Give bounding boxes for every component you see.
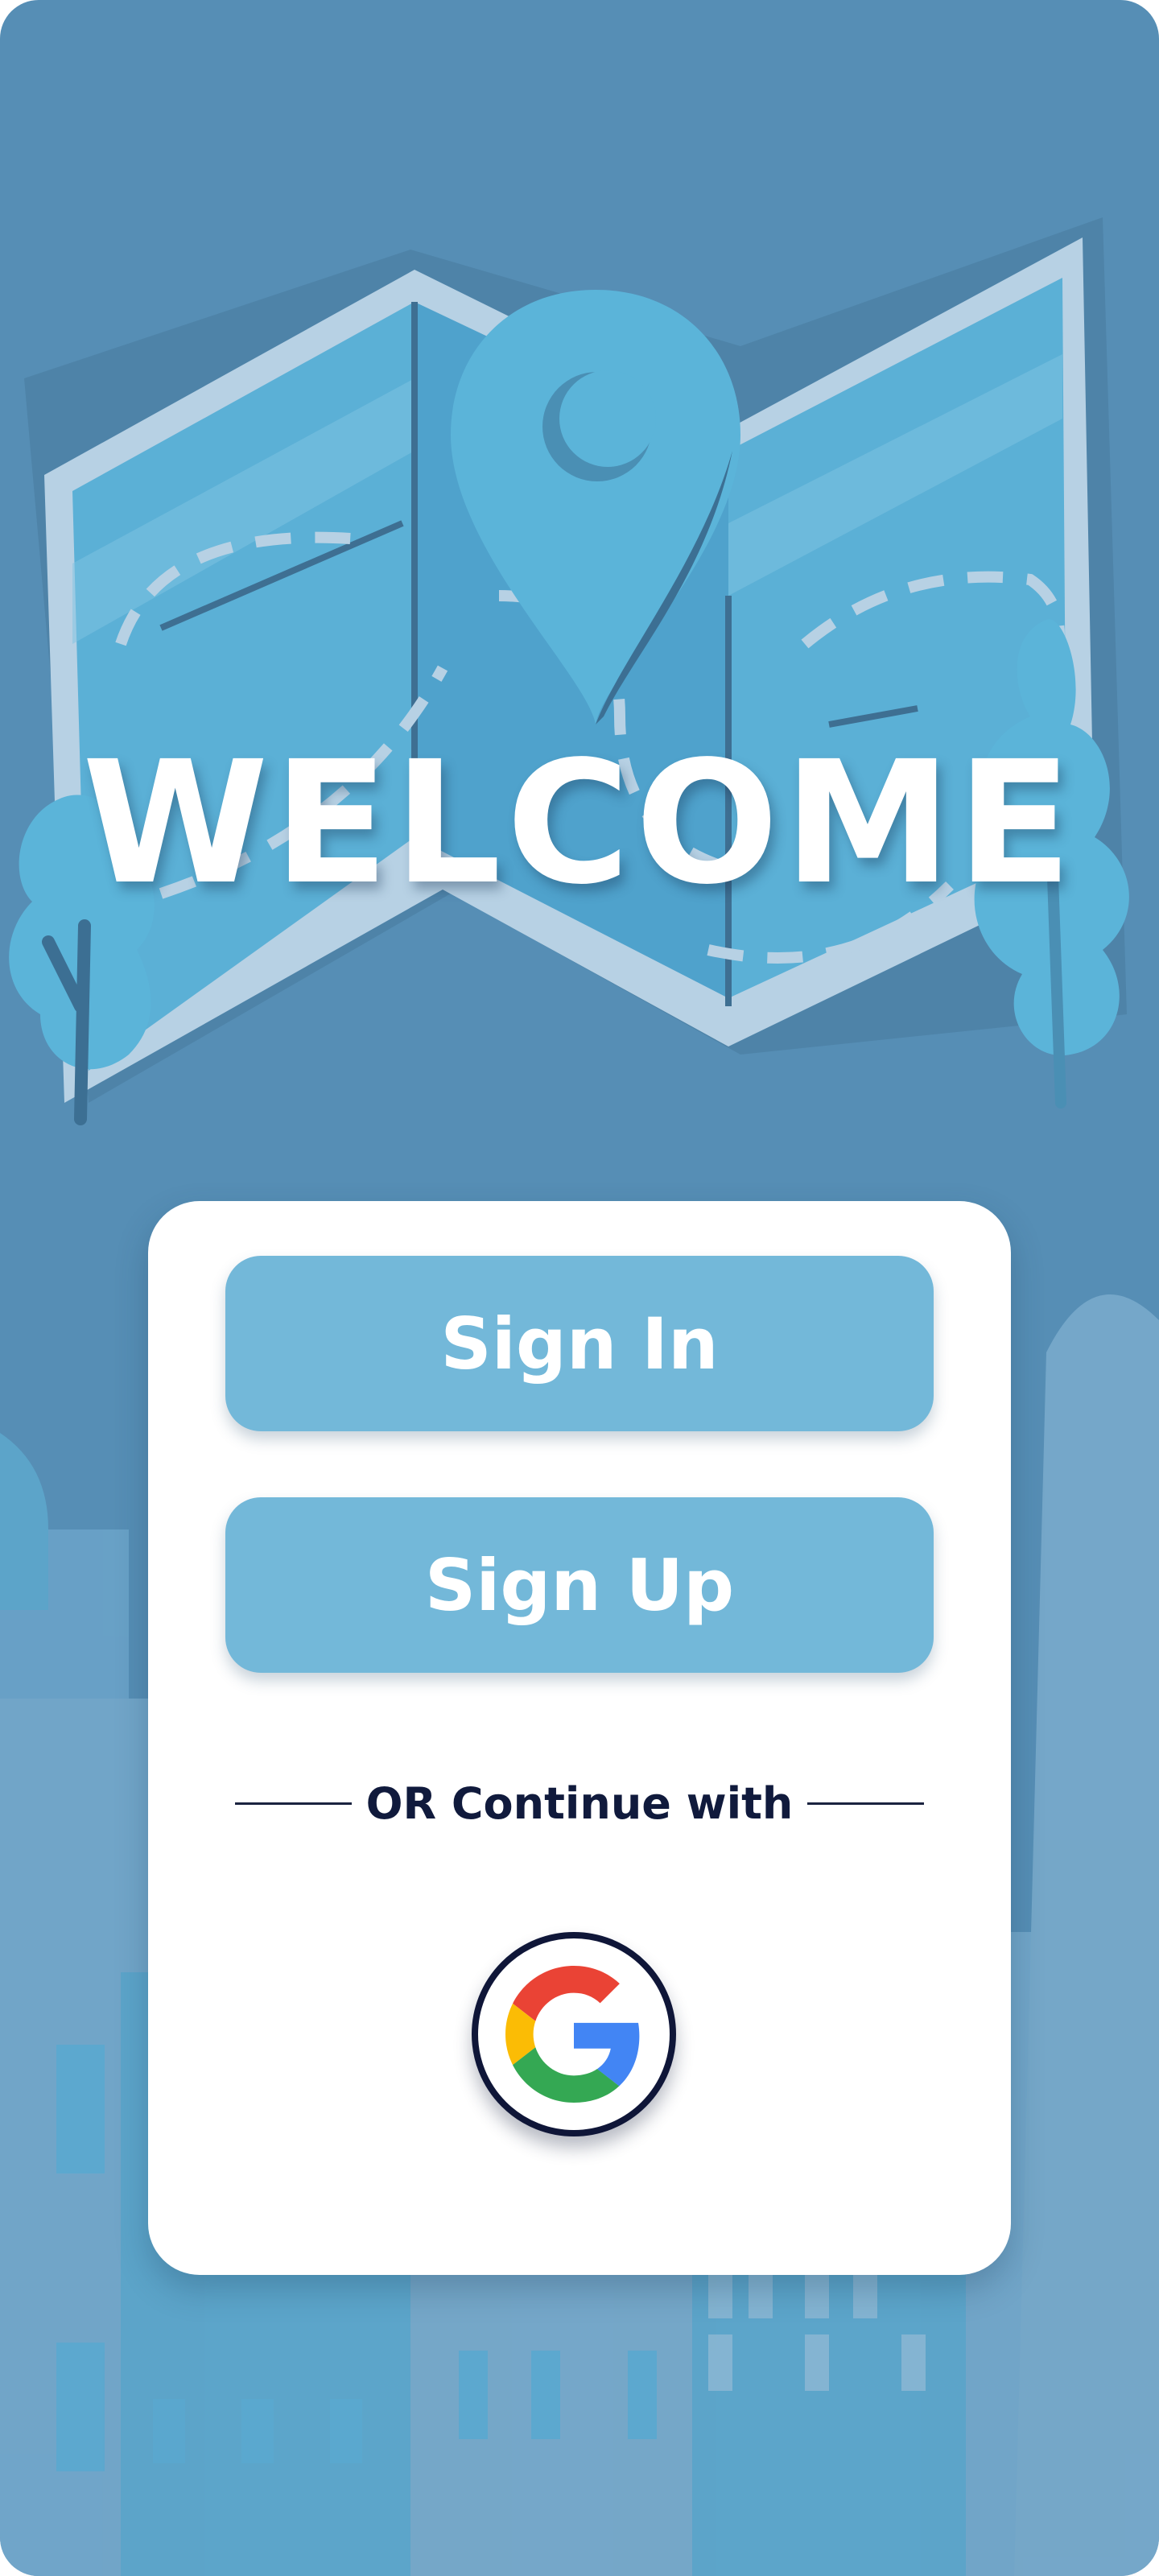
divider-line-right [807, 1802, 924, 1805]
google-signin-button[interactable] [472, 1932, 676, 2136]
welcome-title: WELCOME [82, 724, 1077, 922]
welcome-screen: WELCOME Sign In Sign Up OR Continue with [0, 0, 1159, 2576]
divider-line-left [235, 1802, 352, 1805]
divider-label: OR Continue with [365, 1777, 794, 1829]
auth-card: Sign In Sign Up OR Continue with [148, 1201, 1011, 2275]
sign-up-button[interactable]: Sign Up [225, 1497, 934, 1673]
sign-in-button[interactable]: Sign In [225, 1256, 934, 1431]
or-divider: OR Continue with [235, 1777, 924, 1829]
google-g-icon [505, 1966, 640, 2103]
